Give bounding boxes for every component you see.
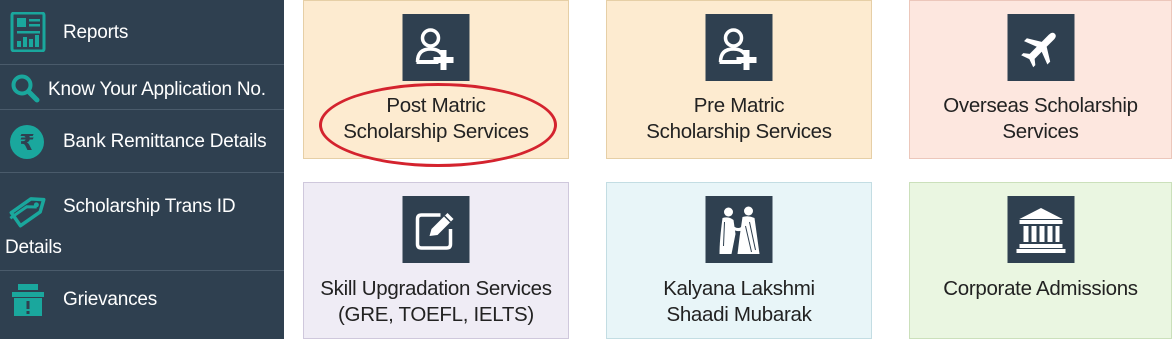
user-add-icon	[718, 28, 757, 70]
tile-corporate-admissions[interactable]: Corporate Admissions	[909, 182, 1172, 339]
tile-title: Corporate Admissions	[910, 276, 1171, 302]
tile-title: Pre Matric Scholarship Services	[607, 93, 871, 145]
user-add-icon	[415, 28, 454, 70]
tile-title-line1: Pre Matric	[693, 94, 785, 117]
sidebar-nav: Reports Know Your Application No. ₹ Bank…	[0, 0, 284, 339]
tile-pre-matric[interactable]: Pre Matric Scholarship Services	[606, 0, 872, 159]
report-icon	[10, 11, 46, 58]
tile-title-line2: Shaadi Mubarak	[666, 303, 812, 326]
tile-overseas-scholarship[interactable]: Overseas Scholarship Services	[909, 0, 1172, 159]
icon-box	[1007, 14, 1074, 81]
icon-box	[705, 196, 773, 263]
tile-title-line1: Skill Upgradation Services	[320, 277, 552, 300]
sidebar-item-label: Grievances	[63, 289, 158, 310]
svg-text:₹: ₹	[19, 131, 34, 156]
icon-box	[705, 14, 773, 81]
sidebar-item-know-application[interactable]: Know Your Application No.	[0, 65, 284, 109]
sidebar-item-scholarship-trans-id[interactable]: Scholarship Trans ID Details	[0, 173, 284, 270]
sidebar-item-label: Bank Remittance Details	[63, 131, 267, 152]
icon-box	[1007, 196, 1074, 263]
tile-post-matric[interactable]: Post Matric Scholarship Services	[303, 0, 569, 159]
tile-title: Overseas Scholarship Services	[910, 93, 1171, 145]
airplane-icon	[1020, 32, 1056, 68]
tile-title: Kalyana Lakshmi Shaadi Mubarak	[607, 276, 871, 328]
tile-title: Post Matric Scholarship Services	[304, 93, 568, 145]
sidebar-item-bank-remittance[interactable]: ₹ Bank Remittance Details	[0, 110, 284, 172]
sidebar-item-label: Know Your Application No.	[48, 79, 266, 100]
icon-box	[402, 196, 470, 263]
sidebar-item-label-cont: Details	[5, 237, 62, 258]
tile-title-line2: Scholarship Services	[646, 120, 832, 143]
tile-title: Skill Upgradation Services (GRE, TOEFL, …	[304, 276, 568, 328]
grievance-box-icon	[10, 283, 46, 323]
tile-kalyana-lakshmi[interactable]: Kalyana Lakshmi Shaadi Mubarak	[606, 182, 872, 339]
wedding-couple-icon	[719, 206, 760, 254]
tile-title-line2: Services	[1002, 120, 1079, 143]
sidebar-item-reports[interactable]: Reports	[0, 0, 284, 64]
tile-title-line1: Overseas Scholarship	[943, 94, 1138, 117]
edit-icon	[415, 213, 454, 250]
tile-title-line1: Post Matric	[386, 94, 486, 117]
rupee-icon: ₹	[9, 124, 45, 166]
tile-title-line2: (GRE, TOEFL, IELTS)	[338, 303, 534, 326]
tile-skill-upgradation[interactable]: Skill Upgradation Services (GRE, TOEFL, …	[303, 182, 569, 339]
sidebar-item-label: Scholarship Trans ID	[63, 196, 236, 217]
sidebar-item-label: Reports	[63, 22, 129, 43]
tile-title-line2: Scholarship Services	[343, 120, 529, 143]
sidebar-item-grievances[interactable]: Grievances	[0, 271, 284, 339]
icon-box	[402, 14, 470, 81]
tag-icon	[7, 190, 51, 236]
search-icon	[10, 73, 40, 109]
institution-icon	[1016, 208, 1065, 253]
tile-title-line1: Corporate Admissions	[943, 277, 1138, 300]
tile-title-line1: Kalyana Lakshmi	[663, 277, 815, 300]
